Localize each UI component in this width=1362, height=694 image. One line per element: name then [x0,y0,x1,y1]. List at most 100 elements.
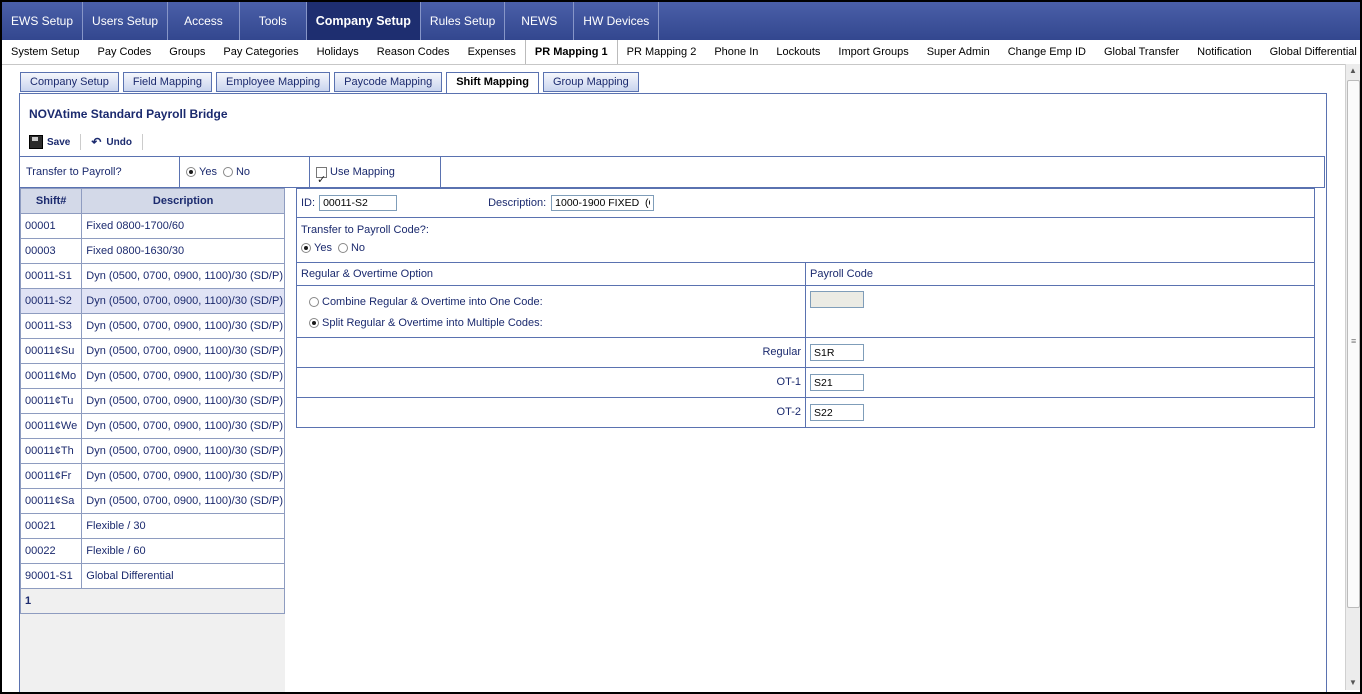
sub-nav-groups[interactable]: Groups [160,40,214,64]
shift-description-cell[interactable]: Dyn (0500, 0700, 0900, 1100)/30 (SD/P) [81,263,285,289]
scroll-up-icon[interactable]: ▲ [1346,64,1360,78]
sub-nav-import-groups[interactable]: Import Groups [829,40,917,64]
sub-nav-holidays[interactable]: Holidays [308,40,368,64]
vertical-scrollbar[interactable]: ▲ ≡ ▼ [1345,64,1360,690]
top-nav-rules-setup[interactable]: Rules Setup [421,2,506,40]
transfer-no-radio[interactable] [222,167,233,177]
top-nav-news[interactable]: NEWS [505,2,575,40]
tab-shift-mapping[interactable]: Shift Mapping [446,72,539,95]
transfer-yes-radio[interactable] [186,167,196,177]
table-row[interactable]: 00011¢Tu Dyn (0500, 0700, 0900, 1100)/30 … [19,388,285,414]
shift-number-cell[interactable]: 00021 [19,513,83,539]
shift-description-cell[interactable]: Global Differential [81,563,285,589]
shift-number-cell[interactable]: 00011-S1 [19,263,83,289]
toolbar-separator [141,134,143,150]
regular-code-input[interactable] [810,344,864,361]
shift-description-cell[interactable]: Dyn (0500, 0700, 0900, 1100)/30 (SD/P) [81,338,285,364]
shift-number-cell[interactable]: 00011¢Th [19,438,83,464]
sub-nav-global-transfer[interactable]: Global Transfer [1095,40,1188,64]
top-nav-company-setup[interactable]: Company Setup [306,2,421,40]
shift-number-cell[interactable]: 00011¢We [19,413,83,439]
sub-nav-phone-in[interactable]: Phone In [705,40,767,64]
shift-number-cell[interactable]: 00003 [19,238,83,264]
shift-number-header[interactable]: Shift# [19,188,83,214]
top-nav-hw-devices[interactable]: HW Devices [574,2,660,40]
shift-description-cell[interactable]: Flexible / 30 [81,513,285,539]
transfer-code-yes-radio[interactable] [301,243,311,253]
shift-description-cell[interactable]: Dyn (0500, 0700, 0900, 1100)/30 (SD/P) [81,288,285,314]
ot1-code-input[interactable] [810,374,864,391]
table-row[interactable]: 00011-S3 Dyn (0500, 0700, 0900, 1100)/30 … [19,313,285,339]
sub-nav-expenses[interactable]: Expenses [459,40,525,64]
table-row[interactable]: 00003 Fixed 0800-1630/30 [19,238,285,264]
page-number[interactable]: 1 [20,588,285,614]
top-nav-ews-setup[interactable]: EWS Setup [2,2,84,40]
shift-number-cell[interactable]: 00011-S3 [19,313,83,339]
use-mapping-checkbox[interactable] [316,165,327,195]
sub-nav-notification[interactable]: Notification [1188,40,1260,64]
table-row[interactable]: 00022 Flexible / 60 [19,538,285,564]
undo-button[interactable]: ↶ Undo [91,135,132,149]
sub-nav-change-emp-id[interactable]: Change Emp ID [999,40,1095,64]
combined-code-input[interactable] [810,291,864,308]
table-row[interactable]: 00011¢Th Dyn (0500, 0700, 0900, 1100)/30 … [19,438,285,464]
sub-nav-pr-mapping-2[interactable]: PR Mapping 2 [618,40,706,64]
table-row[interactable]: 00011¢Sa Dyn (0500, 0700, 0900, 1100)/30 … [19,488,285,514]
shift-number-cell[interactable]: 00011¢Mo [19,363,83,389]
table-row[interactable]: 00011¢Su Dyn (0500, 0700, 0900, 1100)/30 … [19,338,285,364]
description-header[interactable]: Description [81,188,285,214]
shift-description-cell[interactable]: Fixed 0800-1630/30 [81,238,285,264]
shift-number-cell[interactable]: 00001 [19,213,83,239]
combine-radio[interactable] [309,297,319,307]
shift-description-cell[interactable]: Dyn (0500, 0700, 0900, 1100)/30 (SD/P) [81,463,285,489]
sub-nav-super-admin[interactable]: Super Admin [918,40,999,64]
table-row[interactable]: 00011¢Fr Dyn (0500, 0700, 0900, 1100)/30 … [19,463,285,489]
table-row[interactable]: 00011¢Mo Dyn (0500, 0700, 0900, 1100)/30 … [19,363,285,389]
sub-nav-pay-categories[interactable]: Pay Categories [214,40,307,64]
sub-nav-lockouts[interactable]: Lockouts [767,40,829,64]
regular-code-row: Regular [297,338,1314,367]
tab-company-setup[interactable]: Company Setup [20,72,119,92]
shift-description-cell[interactable]: Fixed 0800-1700/60 [81,213,285,239]
shift-number-cell[interactable]: 00022 [19,538,83,564]
shift-number-cell[interactable]: 00011¢Fr [19,463,83,489]
tab-group-mapping[interactable]: Group Mapping [542,72,639,92]
top-nav-access[interactable]: Access [168,2,240,40]
shift-number-cell[interactable]: 00011¢Sa [19,488,83,514]
table-row[interactable]: 00021 Flexible / 30 [19,513,285,539]
shift-number-cell[interactable]: 00011¢Tu [19,388,83,414]
table-row[interactable]: 90001-S1 Global Differential [19,563,285,589]
table-row[interactable]: 00011¢We Dyn (0500, 0700, 0900, 1100)/30 … [19,413,285,439]
description-input[interactable] [551,195,655,211]
sub-nav-system-setup[interactable]: System Setup [2,40,88,64]
shift-description-cell[interactable]: Dyn (0500, 0700, 0900, 1100)/30 (SD/P) [81,438,285,464]
sub-nav-global-differential[interactable]: Global Differential [1261,40,1360,64]
shift-description-cell[interactable]: Dyn (0500, 0700, 0900, 1100)/30 (SD/P) [81,313,285,339]
shift-description-cell[interactable]: Dyn (0500, 0700, 0900, 1100)/30 (SD/P) [81,413,285,439]
save-button[interactable]: Save [29,135,70,149]
split-radio[interactable] [309,318,319,328]
table-row[interactable]: 00011-S2 Dyn (0500, 0700, 0900, 1100)/30 … [19,288,285,314]
shift-description-cell[interactable]: Dyn (0500, 0700, 0900, 1100)/30 (SD/P) [81,363,285,389]
scroll-down-icon[interactable]: ▼ [1346,676,1360,690]
tab-paycode-mapping[interactable]: Paycode Mapping [334,72,443,92]
scroll-thumb[interactable]: ≡ [1347,80,1360,608]
sub-nav-pr-mapping-1[interactable]: PR Mapping 1 [524,40,618,64]
sub-nav-pay-codes[interactable]: Pay Codes [88,40,160,64]
top-nav-tools[interactable]: Tools [240,2,307,40]
tab-employee-mapping[interactable]: Employee Mapping [215,72,331,92]
id-input[interactable] [319,195,398,211]
shift-description-cell[interactable]: Dyn (0500, 0700, 0900, 1100)/30 (SD/P) [81,388,285,414]
table-row[interactable]: 00011-S1 Dyn (0500, 0700, 0900, 1100)/30 … [19,263,285,289]
top-nav-users-setup[interactable]: Users Setup [83,2,169,40]
shift-number-cell[interactable]: 00011-S2 [19,288,83,314]
shift-description-cell[interactable]: Flexible / 60 [81,538,285,564]
tab-field-mapping[interactable]: Field Mapping [122,72,212,92]
ot2-code-input[interactable] [810,404,864,421]
shift-number-cell[interactable]: 90001-S1 [19,563,83,589]
sub-nav-reason-codes[interactable]: Reason Codes [368,40,459,64]
transfer-code-no-radio[interactable] [337,243,348,253]
shift-description-cell[interactable]: Dyn (0500, 0700, 0900, 1100)/30 (SD/P) [81,488,285,514]
shift-number-cell[interactable]: 00011¢Su [19,338,83,364]
table-row[interactable]: 00001 Fixed 0800-1700/60 [19,213,285,239]
